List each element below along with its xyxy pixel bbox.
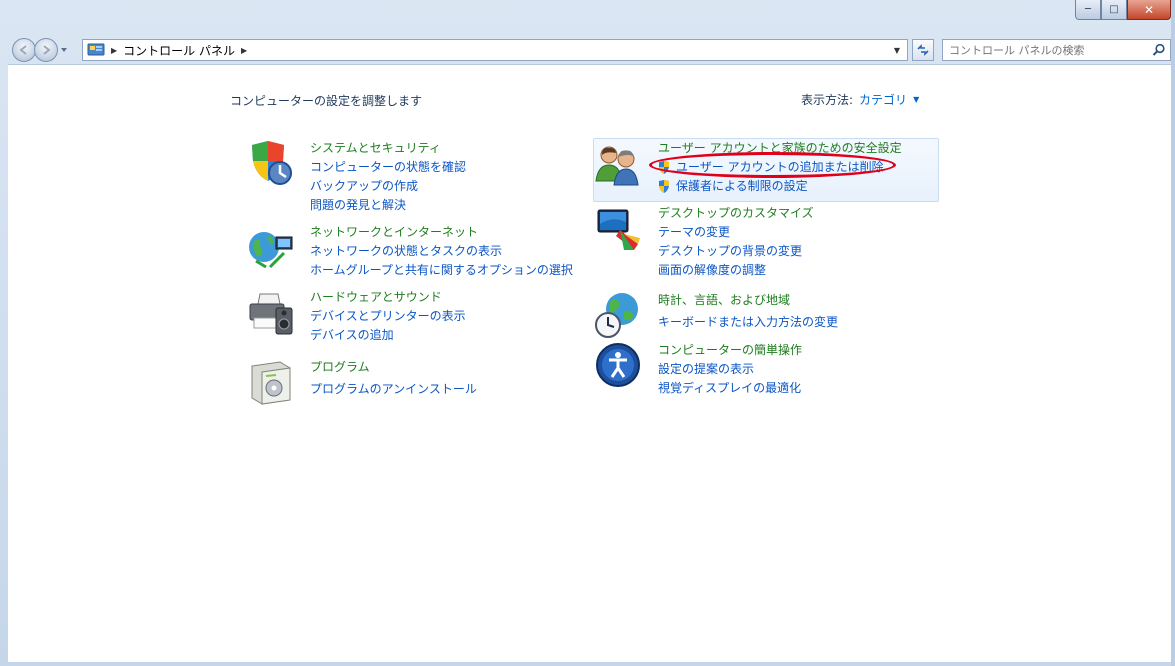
search-icon[interactable] (1152, 43, 1166, 57)
page-title: コンピューターの設定を調整します (230, 94, 423, 108)
category-link[interactable]: 保護者による制限の設定 (658, 177, 902, 196)
monitor-palette-icon[interactable] (594, 204, 642, 252)
printer-speaker-icon[interactable] (246, 288, 294, 336)
category-link[interactable]: キーボードまたは入力方法の変更 (658, 313, 838, 332)
breadcrumb-separator-icon[interactable]: ▶ (241, 46, 247, 55)
view-by-label: 表示方法: (801, 93, 854, 107)
forward-arrow-icon (43, 45, 51, 55)
search-box (942, 39, 1171, 61)
maximize-button[interactable]: □ (1101, 0, 1127, 20)
view-by-dropdown[interactable]: カテゴリ (859, 91, 907, 108)
maximize-icon: □ (1109, 3, 1119, 15)
window-frame: ─ □ ✕ ▶ コントロール パネル ▶ ▼ コントロール パネルの検索 コンピ… (0, 0, 1175, 666)
category-head[interactable]: 時計、言語、および地域 (658, 291, 838, 310)
back-arrow-icon (19, 45, 27, 55)
category-link[interactable]: デバイスとプリンターの表示 (310, 307, 466, 326)
shield-icon[interactable] (246, 139, 294, 187)
programs-box-icon[interactable] (246, 358, 294, 406)
category-link[interactable]: プログラムのアンインストール (310, 380, 477, 399)
category-head[interactable]: プログラム (310, 358, 477, 377)
category-link[interactable]: 問題の発見と解決 (310, 196, 466, 215)
view-by: 表示方法: カテゴリ ▼ (801, 91, 919, 108)
uac-shield-icon (659, 180, 669, 193)
breadcrumb-control-panel[interactable]: コントロール パネル (123, 42, 235, 59)
address-dropdown-icon[interactable]: ▼ (889, 42, 905, 58)
users-icon[interactable] (594, 139, 642, 187)
ease-of-access-icon[interactable] (594, 341, 642, 389)
category-link[interactable]: 視覚ディスプレイの最適化 (658, 379, 802, 398)
breadcrumb: ▶ コントロール パネル ▶ (105, 42, 253, 59)
control-panel-icon (87, 43, 105, 56)
category-link-text: 保護者による制限の設定 (676, 179, 808, 193)
category-link[interactable]: バックアップの作成 (310, 177, 466, 196)
chevron-down-icon[interactable]: ▼ (913, 95, 919, 104)
recent-pages-dropdown-icon[interactable] (60, 46, 68, 54)
category-link[interactable]: ネットワークの状態とタスクの表示 (310, 242, 573, 261)
category-head[interactable]: デスクトップのカスタマイズ (658, 204, 814, 223)
close-button[interactable]: ✕ (1127, 0, 1171, 20)
highlight-ellipse (649, 152, 896, 178)
breadcrumb-separator-icon[interactable]: ▶ (111, 46, 117, 55)
globe-clock-icon[interactable] (594, 291, 642, 339)
search-input[interactable] (943, 41, 1143, 59)
close-icon: ✕ (1143, 2, 1155, 17)
navigation-bar: ▶ コントロール パネル ▶ ▼ (0, 36, 1175, 64)
category-link[interactable]: 設定の提案の表示 (658, 360, 802, 379)
refresh-icon (917, 44, 929, 56)
category-head[interactable]: コンピューターの簡単操作 (658, 341, 802, 360)
category-link[interactable]: デスクトップの背景の変更 (658, 242, 814, 261)
category-link[interactable]: ホームグループと共有に関するオプションの選択 (310, 261, 573, 280)
minimize-button[interactable]: ─ (1075, 0, 1101, 20)
forward-button[interactable] (34, 38, 58, 62)
back-button[interactable] (12, 38, 36, 62)
category-link[interactable]: テーマの変更 (658, 223, 814, 242)
minimize-icon: ─ (1084, 3, 1092, 15)
category-head[interactable]: システムとセキュリティ (310, 139, 466, 158)
refresh-button[interactable] (912, 39, 934, 61)
title-bar: ─ □ ✕ (0, 0, 1175, 36)
network-globe-icon[interactable] (246, 223, 294, 271)
category-head[interactable]: ネットワークとインターネット (310, 223, 573, 242)
caption-buttons: ─ □ ✕ (1075, 0, 1171, 20)
address-bar[interactable]: ▶ コントロール パネル ▶ ▼ (82, 39, 908, 61)
content-pane: コンピューターの設定を調整します 表示方法: カテゴリ ▼ システムとセキュリテ… (8, 64, 1171, 662)
category-link[interactable]: 画面の解像度の調整 (658, 261, 814, 280)
category-link[interactable]: コンピューターの状態を確認 (310, 158, 466, 177)
category-head[interactable]: ハードウェアとサウンド (310, 288, 466, 307)
category-link[interactable]: デバイスの追加 (310, 326, 466, 345)
